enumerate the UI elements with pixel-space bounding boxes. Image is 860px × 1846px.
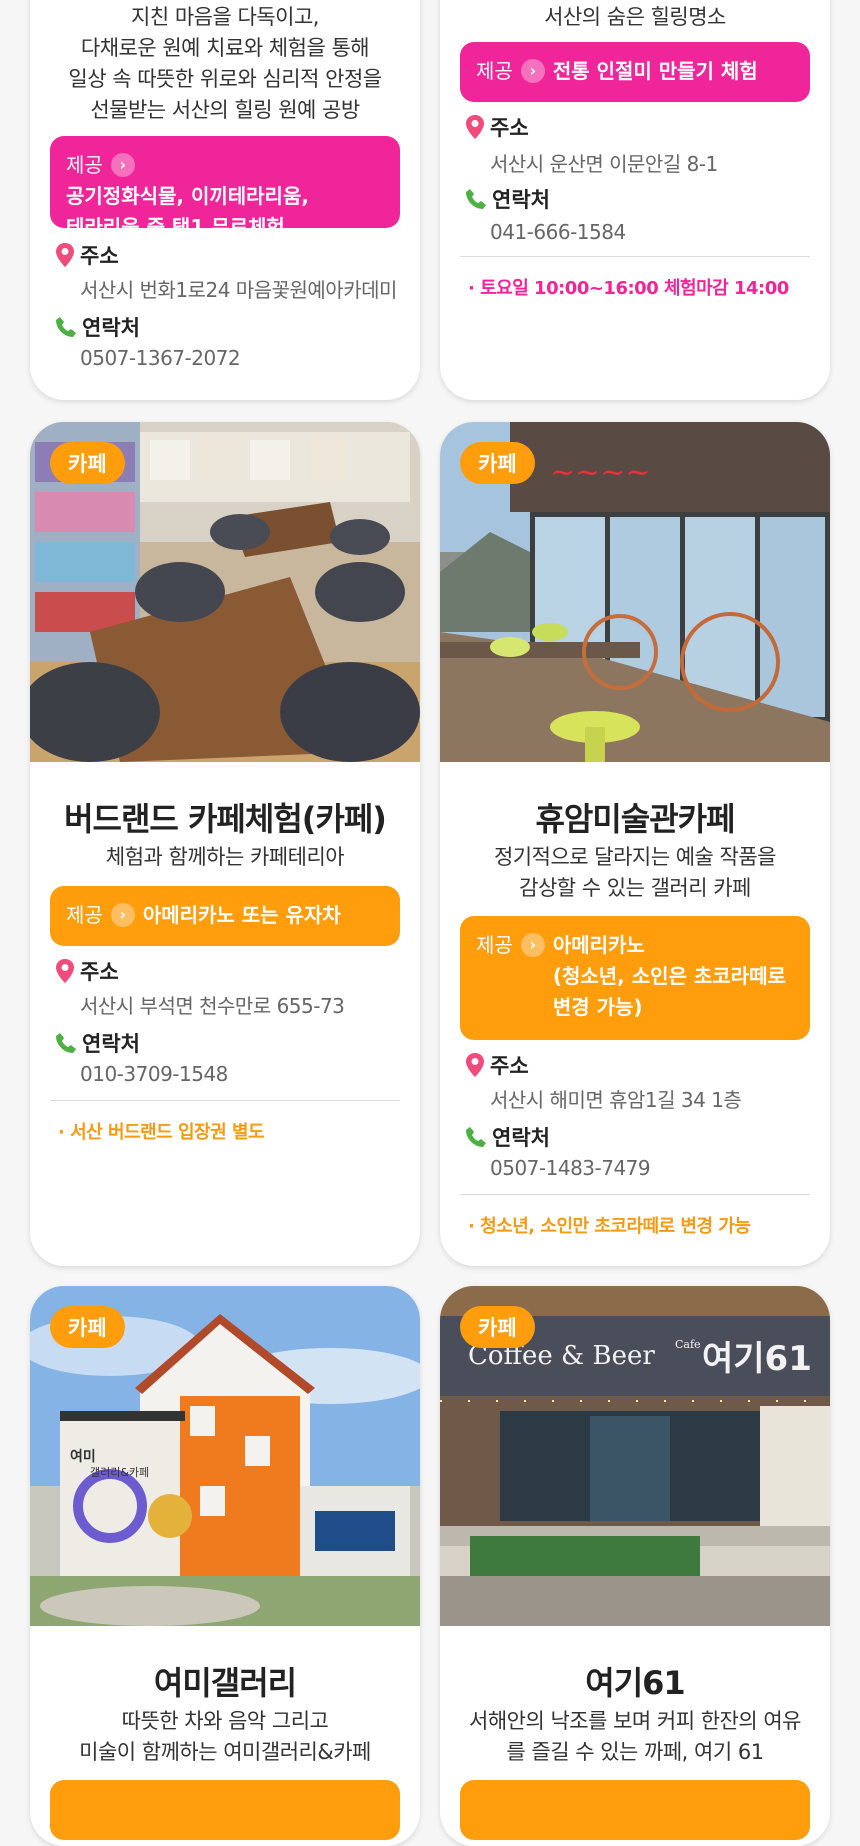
card-title: 여미갤러리 — [153, 1664, 297, 1702]
phone-icon — [466, 189, 486, 209]
arrow-right-circle-icon: › — [110, 153, 135, 177]
address-label: 주소 — [54, 956, 119, 986]
address-value: 서산시 번화1로24 마음꽃원예아카데미 — [80, 278, 397, 302]
address-label: 주소 — [464, 1050, 529, 1080]
card-yeogi61-cafe[interactable]: Coffee & Beer Cafe 여기61 카페 여기61 서해안의 낙조를… — [440, 1286, 830, 1846]
contact-label: 연락처 — [54, 312, 140, 342]
contact-value[interactable]: 041-666-1584 — [490, 220, 626, 244]
card-yeomi-gallery[interactable]: 여미 갤러리&카페 카페 여미갤러리 따뜻한 차와 음악 그리고 미술이 함께하… — [30, 1286, 420, 1846]
info-note: · 서산 버드랜드 입장권 별도 — [58, 1122, 265, 1143]
phone-icon — [56, 1033, 76, 1053]
category-badge: 카페 — [50, 442, 125, 484]
address-label: 주소 — [54, 240, 119, 270]
offer-box: 제공 › 공기정화식물, 이끼테라리움, 테라리움 중 택1 무료체험 — [50, 136, 400, 239]
location-pin-icon — [56, 243, 74, 267]
card-hyuam-art-cafe[interactable]: ~~~~ 카페 휴암미술관카페 정기적으로 달라지는 예술 작품을 감상할 수 … — [440, 422, 830, 1266]
card-maeumkkot-gardening[interactable]: 지친 마음을 다독이고, 다채로운 원예 치료와 체험을 통해 일상 속 따뜻한… — [30, 0, 420, 400]
card-description: 따뜻한 차와 음악 그리고 미술이 함께하는 여미갤러리&카페 — [79, 1709, 371, 1764]
offer-box: 제공 › 아메리카노 또는 유자차 — [50, 886, 400, 946]
card-description: 정기적으로 달라지는 예술 작품을 감상할 수 있는 갤러리 카페 — [493, 845, 777, 900]
address-value: 서산시 해미면 휴암1길 34 1층 — [490, 1088, 742, 1112]
arrow-right-circle-icon: › — [520, 59, 545, 83]
address-value: 서산시 운산면 이문안길 8-1 — [490, 152, 718, 176]
card-description: 체험과 함께하는 카페테리아 — [105, 845, 345, 869]
card-title: 여기61 — [585, 1664, 685, 1702]
divider — [50, 1100, 400, 1101]
info-note: · 청소년, 소인만 초코라떼로 변경 가능 — [468, 1216, 751, 1237]
address-label: 주소 — [464, 112, 529, 142]
divider — [460, 256, 810, 257]
phone-icon — [56, 317, 76, 337]
gallery-sign-main: 갤러리&카페 — [90, 1466, 149, 1479]
svg-text:~~~~: ~~~~ — [550, 455, 651, 490]
sign-cafe: Cafe — [675, 1338, 701, 1351]
gallery-sign-top: 여미 — [70, 1448, 96, 1465]
contact-label: 연락처 — [54, 1028, 140, 1058]
card-description: 서해안의 낙조를 보며 커피 한잔의 여유 를 즐길 수 있는 까페, 여기 6… — [469, 1709, 802, 1764]
category-badge: 카페 — [460, 1306, 535, 1348]
sign-yeogi61: 여기61 — [702, 1339, 812, 1379]
phone-icon — [466, 1127, 486, 1147]
location-pin-icon — [466, 115, 484, 139]
category-badge: 카페 — [50, 1306, 125, 1348]
offer-box-partial — [50, 1780, 400, 1840]
card-injeolmi-experience[interactable]: 서산의 숨은 힐링명소 제공 › 전통 인절미 만들기 체험 주소 서산시 운산면 … — [440, 0, 830, 400]
contact-value[interactable]: 0507-1483-7479 — [490, 1156, 651, 1180]
info-note: · 토요일 10:00~16:00 체험마감 14:00 — [468, 278, 789, 299]
location-pin-icon — [466, 1053, 484, 1077]
card-title: 휴암미술관카페 — [535, 800, 735, 838]
category-badge: 카페 — [460, 442, 535, 484]
arrow-right-circle-icon: › — [520, 933, 545, 957]
contact-value[interactable]: 0507-1367-2072 — [80, 346, 241, 370]
card-birdland-cafe[interactable]: 카페 버드랜드 카페체험(카페) 체험과 함께하는 카페테리아 제공 › 아메리카노… — [30, 422, 420, 1266]
contact-label: 연락처 — [464, 1122, 550, 1152]
address-value: 서산시 부석면 천수만로 655-73 — [80, 994, 345, 1018]
card-description: 지친 마음을 다독이고, 다채로운 원예 치료와 체험을 통해 일상 속 따뜻한… — [68, 5, 382, 122]
offer-box: 제공 › 전통 인절미 만들기 체험 — [460, 42, 810, 102]
card-title: 버드랜드 카페체험(카페) — [64, 800, 387, 838]
divider — [460, 1194, 810, 1195]
offer-box: 제공 › 아메리카노 (청소년, 소인은 초코라떼로 변경 가능) — [460, 916, 810, 1040]
offer-box-partial — [460, 1780, 810, 1840]
arrow-right-circle-icon: › — [110, 903, 135, 927]
card-description: 서산의 숨은 힐링명소 — [544, 5, 726, 29]
contact-label: 연락처 — [464, 184, 550, 214]
location-pin-icon — [56, 959, 74, 983]
contact-value[interactable]: 010-3709-1548 — [80, 1062, 228, 1086]
